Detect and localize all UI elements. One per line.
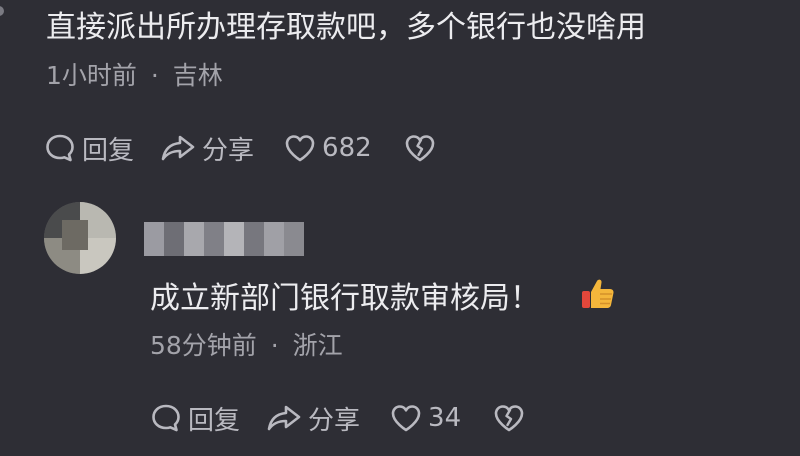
username-blurred[interactable] xyxy=(144,222,304,256)
heart-icon xyxy=(390,403,422,433)
like-count: 682 xyxy=(322,133,372,163)
comment-bubble-icon xyxy=(150,402,182,434)
thumbs-up-emoji xyxy=(580,276,616,323)
reply-meta: 58分钟前 · 浙江 xyxy=(150,330,343,362)
reply-text: 成立新部门银行取款审核局！ xyxy=(150,281,540,316)
share-button[interactable]: 分享 xyxy=(266,400,360,437)
reply-actions: 回复 分享 34 xyxy=(150,398,525,438)
reply-location: 浙江 xyxy=(292,331,343,360)
heart-icon xyxy=(284,133,316,163)
like-button[interactable]: 682 xyxy=(284,133,372,163)
reply-time: 58分钟前 xyxy=(150,331,257,360)
comment-bubble-icon xyxy=(44,132,76,164)
broken-heart-icon xyxy=(493,403,525,433)
share-arrow-icon xyxy=(266,402,302,434)
avatar-edge xyxy=(0,6,4,16)
comment-text: 直接派出所办理存取款吧，多个银行也没啥用 xyxy=(46,10,646,45)
like-button[interactable]: 34 xyxy=(390,403,461,433)
reply-button[interactable]: 回复 xyxy=(150,400,240,437)
share-button[interactable]: 分享 xyxy=(160,130,254,167)
comment-time: 1小时前 xyxy=(46,61,137,90)
meta-separator: · xyxy=(270,331,279,360)
dislike-button[interactable] xyxy=(404,133,436,163)
reply-button[interactable]: 回复 xyxy=(44,130,134,167)
reply-label: 回复 xyxy=(188,405,241,436)
avatar[interactable] xyxy=(44,202,116,274)
share-label: 分享 xyxy=(202,135,255,166)
comment-actions: 回复 分享 682 xyxy=(44,128,436,168)
share-arrow-icon xyxy=(160,132,196,164)
comment-feed: 直接派出所办理存取款吧，多个银行也没啥用 1小时前 · 吉林 回复 分享 682… xyxy=(0,0,800,456)
comment-meta: 1小时前 · 吉林 xyxy=(46,60,223,92)
reply-label: 回复 xyxy=(82,135,135,166)
comment-location: 吉林 xyxy=(172,61,223,90)
reply-text-line: 成立新部门银行取款审核局！ xyxy=(150,276,616,323)
meta-separator: · xyxy=(150,61,159,90)
dislike-button[interactable] xyxy=(493,403,525,433)
like-count: 34 xyxy=(428,403,462,433)
share-label: 分享 xyxy=(308,405,361,436)
broken-heart-icon xyxy=(404,133,436,163)
